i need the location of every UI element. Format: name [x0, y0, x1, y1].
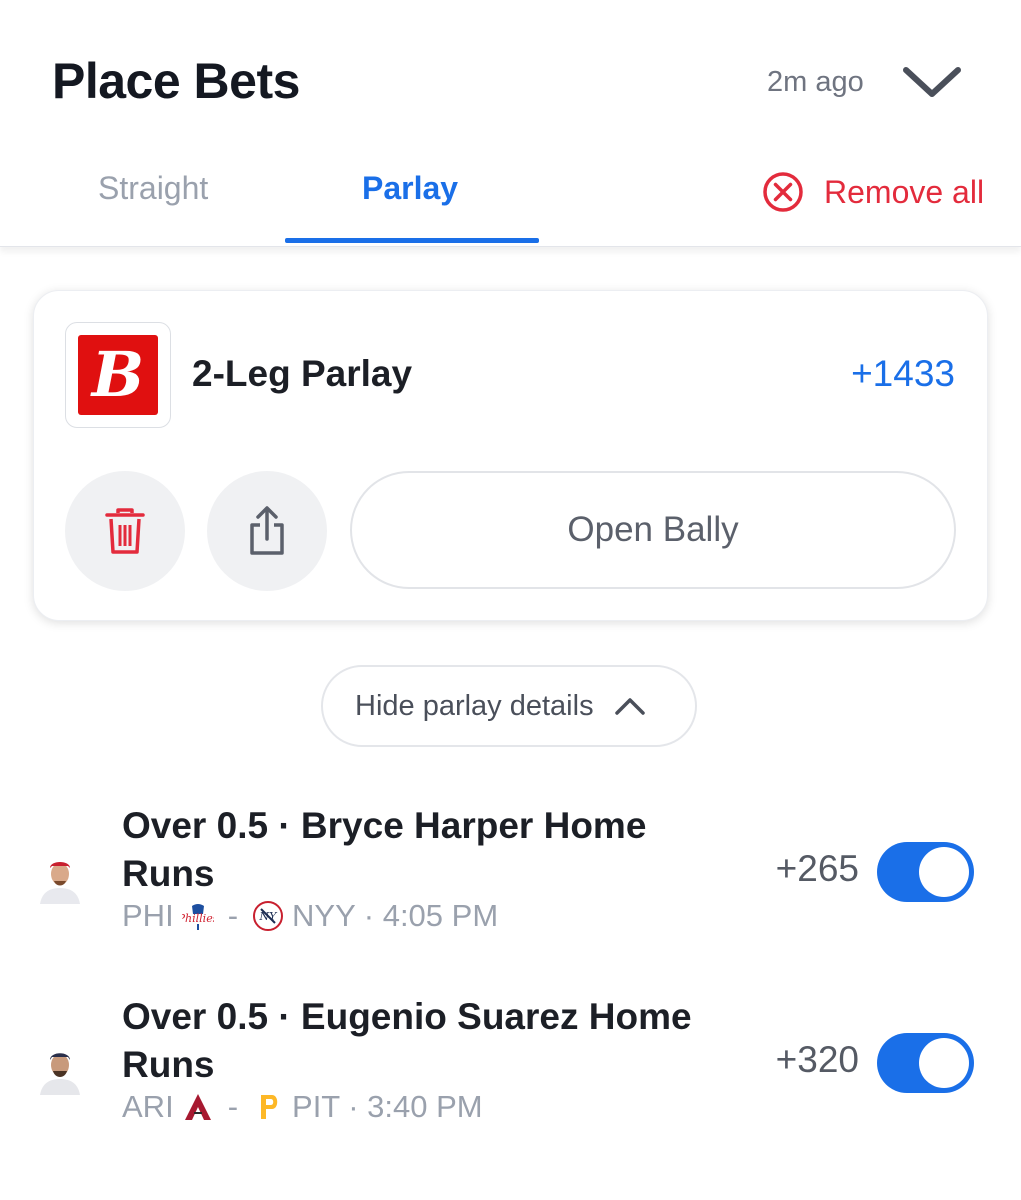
matchup-separator: - — [227, 1089, 239, 1124]
phillies-logo-icon: Phillies — [182, 904, 214, 930]
leg-toggle[interactable] — [877, 842, 974, 902]
matchup-separator: - — [227, 898, 239, 933]
bet-type-tabs: Straight Parlay Remove all — [0, 150, 1021, 247]
tab-straight[interactable]: Straight — [98, 170, 208, 207]
hide-details-label: Hide parlay details — [355, 689, 594, 722]
trash-icon — [105, 508, 145, 554]
parlay-card: B 2-Leg Parlay +1433 Open Bally — [33, 290, 988, 621]
parlay-odds: +1433 — [851, 353, 955, 394]
open-bally-button[interactable]: Open Bally — [350, 471, 956, 589]
leg-matchup: ARI - PIT · 3:40 PM — [122, 1089, 483, 1125]
header: Place Bets 2m ago — [0, 0, 1021, 150]
diamondbacks-logo-icon — [184, 1094, 211, 1120]
active-tab-indicator — [285, 238, 539, 243]
tab-parlay[interactable]: Parlay — [362, 170, 458, 207]
home-team: PIT — [292, 1089, 341, 1124]
leg-matchup: PHI Phillies - NY NYY · 4:05 PM — [122, 898, 498, 934]
player-avatar — [34, 852, 86, 904]
remove-all-button[interactable]: Remove all — [762, 170, 984, 214]
bally-logo-letter: B — [91, 338, 145, 411]
pirates-logo-icon — [261, 1095, 278, 1119]
parlay-leg: Over 0.5 · Eugenio Suarez Home Runs ARI … — [0, 993, 1021, 1143]
leg-odds: +265 — [775, 848, 859, 889]
parlay-name: 2-Leg Parlay — [192, 353, 413, 394]
share-button[interactable] — [207, 471, 327, 591]
game-time: · 3:40 PM — [348, 1089, 483, 1124]
leg-title: Over 0.5 · Bryce Harper Home Runs — [122, 805, 647, 894]
toggle-knob — [919, 1038, 969, 1088]
away-team: ARI — [122, 1089, 174, 1124]
leg-odds: +320 — [775, 1039, 859, 1080]
player-avatar — [34, 1043, 86, 1095]
parlay-leg: Over 0.5 · Bryce Harper Home Runs PHI Ph… — [0, 802, 1021, 952]
svg-text:NY: NY — [259, 910, 279, 923]
away-team: PHI — [122, 898, 174, 933]
toggle-knob — [919, 847, 969, 897]
home-team: NYY — [292, 898, 356, 933]
svg-text:Phillies: Phillies — [182, 912, 214, 925]
close-circle-icon — [763, 172, 803, 212]
leg-toggle[interactable] — [877, 1033, 974, 1093]
timestamp: 2m ago — [767, 66, 864, 98]
game-time: · 4:05 PM — [363, 898, 499, 933]
remove-all-label: Remove all — [824, 173, 985, 210]
chevron-up-icon — [614, 698, 645, 715]
page-title: Place Bets — [52, 53, 300, 109]
yankees-logo-icon: NY — [253, 901, 284, 931]
bally-logo: B — [65, 322, 171, 428]
collapse-chevron-down-icon[interactable] — [900, 62, 964, 104]
delete-button[interactable] — [65, 471, 185, 591]
share-icon — [250, 506, 284, 555]
leg-title: Over 0.5 · Eugenio Suarez Home Runs — [122, 996, 692, 1085]
hide-parlay-details-button[interactable]: Hide parlay details — [321, 665, 697, 747]
